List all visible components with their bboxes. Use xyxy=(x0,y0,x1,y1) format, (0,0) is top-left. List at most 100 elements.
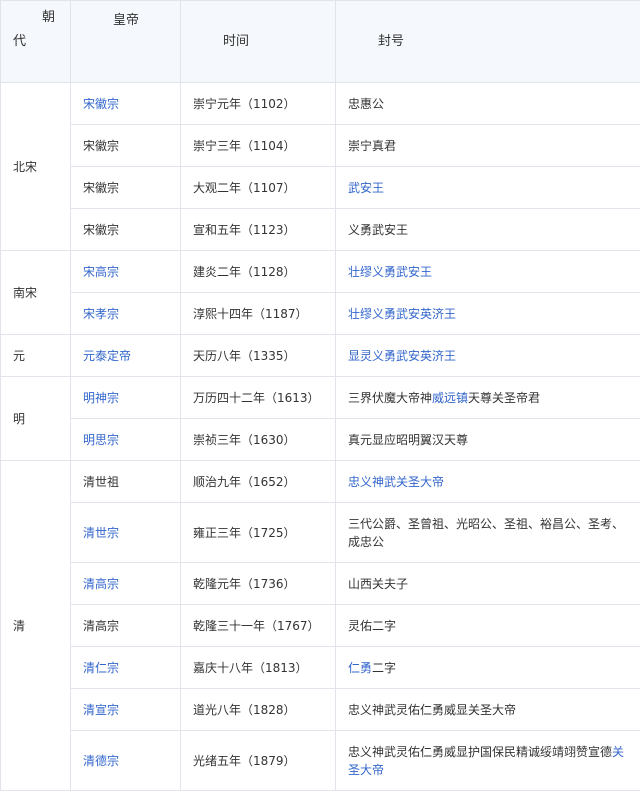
title-cell: 壮缪义勇武安英济王 xyxy=(336,293,640,335)
table-row: 元元泰定帝 天历八年（1335） 显灵义勇武安英济王 xyxy=(1,335,640,377)
title-link[interactable]: 显灵义勇武安英济王 xyxy=(348,349,456,363)
emperor-cell: 清高宗 xyxy=(71,563,181,605)
table-row: 清高宗 乾隆三十一年（1767） 灵佑二字 xyxy=(1,605,640,647)
table-row: 明思宗 崇祯三年（1630） 真元显应昭明翼汉天尊 xyxy=(1,419,640,461)
title-link[interactable]: 武安王 xyxy=(348,181,384,195)
emperor-cell: 宋徽宗 xyxy=(71,125,181,167)
title-link[interactable]: 威远镇 xyxy=(432,391,468,405)
table-row: 宋徽宗 宣和五年（1123） 义勇武安王 xyxy=(1,209,640,251)
title-text: 义勇武安王 xyxy=(348,223,408,237)
header-dynasty: 朝 代 xyxy=(1,1,71,83)
title-cell: 忠义神武灵佑仁勇威显关圣大帝 xyxy=(336,689,640,731)
header-dynasty-char-1: 朝 xyxy=(42,9,55,27)
title-text: 忠义神武灵佑仁勇威显关圣大帝 xyxy=(348,703,516,717)
title-text: 二字 xyxy=(372,661,396,675)
emperor-link[interactable]: 清宣宗 xyxy=(83,703,119,717)
title-cell: 真元显应昭明翼汉天尊 xyxy=(336,419,640,461)
emperor-text: 宋徽宗 xyxy=(83,223,119,237)
table-row: 宋徽宗 崇宁三年（1104）崇宁真君 xyxy=(1,125,640,167)
dynasty-cell: 北宋 xyxy=(1,83,71,251)
table-row: 清仁宗嘉庆十八年（1813）仁勇二字 xyxy=(1,647,640,689)
header-dynasty-char-2: 代 xyxy=(13,33,26,51)
title-cell: 仁勇二字 xyxy=(336,647,640,689)
table-row: 宋孝宗 淳熙十四年（1187） 壮缪义勇武安英济王 xyxy=(1,293,640,335)
title-cell: 显灵义勇武安英济王 xyxy=(336,335,640,377)
emperor-cell: 宋徽宗 xyxy=(71,167,181,209)
emperor-link[interactable]: 宋徽宗 xyxy=(83,97,119,111)
table-row: 清高宗 乾隆元年（1736） 山西关夫子 xyxy=(1,563,640,605)
dynasty-cell: 清 xyxy=(1,461,71,791)
time-cell: 建炎二年（1128） xyxy=(181,251,336,293)
table-row: 清清世祖顺治九年（1652）忠义神武关圣大帝 xyxy=(1,461,640,503)
title-text: 山西关夫子 xyxy=(348,577,408,591)
dynasty-cell: 南宋 xyxy=(1,251,71,335)
title-cell: 三代公爵、圣曾祖、光昭公、圣祖、裕昌公、圣考、成忠公 xyxy=(336,503,640,563)
time-cell: 大观二年（1107） xyxy=(181,167,336,209)
header-emperor: 皇帝 xyxy=(71,1,181,83)
emperor-cell: 元泰定帝 xyxy=(71,335,181,377)
emperor-link[interactable]: 清仁宗 xyxy=(83,661,119,675)
time-cell: 道光八年（1828） xyxy=(181,689,336,731)
emperor-cell: 宋徽宗 xyxy=(71,209,181,251)
emperor-link[interactable]: 宋孝宗 xyxy=(83,307,119,321)
title-cell: 三界伏魔大帝神威远镇天尊关圣帝君 xyxy=(336,377,640,419)
header-time: 时间 xyxy=(181,1,336,83)
time-cell: 乾隆元年（1736） xyxy=(181,563,336,605)
emperor-text: 宋徽宗 xyxy=(83,139,119,153)
dynasty-cell: 元 xyxy=(1,335,71,377)
title-text: 真元显应昭明翼汉天尊 xyxy=(348,433,468,447)
title-link[interactable]: 仁勇 xyxy=(348,661,372,675)
title-text: 灵佑二字 xyxy=(348,619,396,633)
dynasty-cell: 明 xyxy=(1,377,71,461)
table-row: 清世宗雍正三年（1725）三代公爵、圣曾祖、光昭公、圣祖、裕昌公、圣考、成忠公 xyxy=(1,503,640,563)
title-text: 天尊关圣帝君 xyxy=(468,391,540,405)
time-cell: 淳熙十四年（1187） xyxy=(181,293,336,335)
table-row: 宋徽宗 大观二年（1107） 武安王 xyxy=(1,167,640,209)
title-link[interactable]: 壮缪义勇武安王 xyxy=(348,265,432,279)
title-link[interactable]: 壮缪义勇武安英济王 xyxy=(348,307,456,321)
title-cell: 武安王 xyxy=(336,167,640,209)
table-row: 明明神宗万历四十二年（1613）三界伏魔大帝神威远镇天尊关圣帝君 xyxy=(1,377,640,419)
emperor-link[interactable]: 元泰定帝 xyxy=(83,349,131,363)
title-link[interactable]: 忠义神武关圣大帝 xyxy=(348,475,444,489)
emperor-cell: 宋高宗 xyxy=(71,251,181,293)
title-cell: 义勇武安王 xyxy=(336,209,640,251)
emperor-link[interactable]: 明神宗 xyxy=(83,391,119,405)
title-cell: 壮缪义勇武安王 xyxy=(336,251,640,293)
title-cell: 灵佑二字 xyxy=(336,605,640,647)
time-cell: 崇宁三年（1104） xyxy=(181,125,336,167)
table-row: 北宋宋徽宗崇宁元年（1102）忠惠公 xyxy=(1,83,640,125)
emperor-link[interactable]: 清世宗 xyxy=(83,526,119,540)
emperor-link[interactable]: 清高宗 xyxy=(83,577,119,591)
title-text: 忠惠公 xyxy=(348,97,384,111)
emperor-link[interactable]: 明思宗 xyxy=(83,433,119,447)
emperor-link[interactable]: 宋高宗 xyxy=(83,265,119,279)
emperor-cell: 明思宗 xyxy=(71,419,181,461)
time-cell: 顺治九年（1652） xyxy=(181,461,336,503)
emperor-cell: 明神宗 xyxy=(71,377,181,419)
header-row: 朝 代 皇帝 时间 封号 xyxy=(1,1,640,83)
emperor-cell: 清仁宗 xyxy=(71,647,181,689)
emperor-text: 清世祖 xyxy=(83,475,119,489)
title-text: 三代公爵、圣曾祖、光昭公、圣祖、裕昌公、圣考、成忠公 xyxy=(348,517,624,549)
emperor-text: 宋徽宗 xyxy=(83,181,119,195)
emperor-cell: 清世宗 xyxy=(71,503,181,563)
table-row: 清宣宗 道光八年（1828） 忠义神武灵佑仁勇威显关圣大帝 xyxy=(1,689,640,731)
header-title: 封号 xyxy=(336,1,640,83)
title-cell: 山西关夫子 xyxy=(336,563,640,605)
title-text: 三界伏魔大帝神 xyxy=(348,391,432,405)
emperor-text: 清高宗 xyxy=(83,619,119,633)
emperor-cell: 清高宗 xyxy=(71,605,181,647)
title-cell: 忠义神武关圣大帝 xyxy=(336,461,640,503)
title-cell: 崇宁真君 xyxy=(336,125,640,167)
emperor-cell: 清宣宗 xyxy=(71,689,181,731)
time-cell: 天历八年（1335） xyxy=(181,335,336,377)
time-cell: 宣和五年（1123） xyxy=(181,209,336,251)
title-text: 忠义神武灵佑仁勇威显护国保民精诚绥靖翊赞宣德 xyxy=(348,745,612,759)
time-cell: 崇祯三年（1630） xyxy=(181,419,336,461)
emperor-link[interactable]: 清德宗 xyxy=(83,754,119,768)
emperor-cell: 清世祖 xyxy=(71,461,181,503)
table-row: 南宋宋高宗建炎二年（1128）壮缪义勇武安王 xyxy=(1,251,640,293)
time-cell: 乾隆三十一年（1767） xyxy=(181,605,336,647)
emperor-titles-table: 朝 代 皇帝 时间 封号 北宋宋徽宗崇宁元年（1102）忠惠公宋徽宗崇宁三年（1… xyxy=(0,0,640,791)
